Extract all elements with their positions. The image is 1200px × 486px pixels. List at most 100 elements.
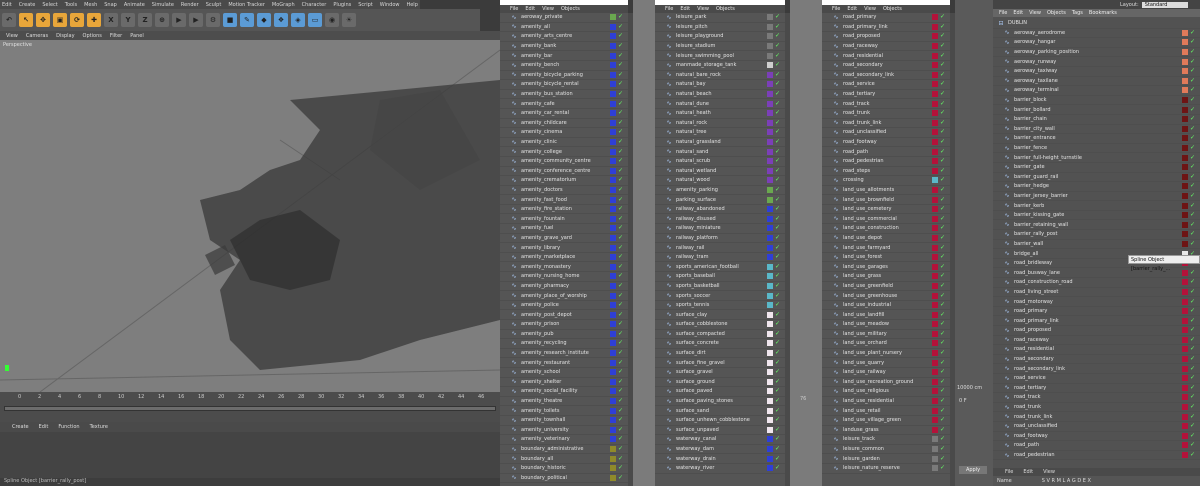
visibility-check-icon[interactable]: ✓ xyxy=(618,465,624,471)
visibility-check-icon[interactable]: ✓ xyxy=(1190,154,1196,161)
object-row[interactable]: ∿ leisure_nature_reserve ✓ xyxy=(822,464,950,474)
object-row[interactable]: ∿ aeroway_taxilane ✓ xyxy=(993,77,1200,87)
layer-color-swatch[interactable] xyxy=(610,311,616,318)
layer-color-swatch[interactable] xyxy=(610,465,616,472)
menu-item-tools[interactable]: Tools xyxy=(65,2,77,8)
object-row[interactable]: ∿ surface_paving_stones ✓ xyxy=(655,397,785,407)
layer-color-swatch[interactable] xyxy=(1182,336,1188,343)
layer-color-swatch[interactable] xyxy=(1182,404,1188,411)
layer-color-swatch[interactable] xyxy=(767,71,773,78)
frame-field[interactable]: 0 F xyxy=(959,398,967,404)
object-row[interactable]: ∿ boundary_all ✓ xyxy=(500,454,628,464)
object-row[interactable]: ∿ barrier_hedge ✓ xyxy=(993,182,1200,192)
layer-color-swatch[interactable] xyxy=(767,119,773,126)
layer-color-swatch[interactable] xyxy=(767,234,773,241)
y-axis-icon[interactable]: Y xyxy=(121,13,135,27)
object-row[interactable]: ∿ surface_gravel ✓ xyxy=(655,368,785,378)
layer-color-swatch[interactable] xyxy=(932,273,938,280)
visibility-check-icon[interactable]: ✓ xyxy=(775,129,781,135)
layer-color-swatch[interactable] xyxy=(767,244,773,251)
object-row[interactable]: ∿ land_use_retail ✓ xyxy=(822,406,950,416)
object-row[interactable]: ∿ waterway_dam ✓ xyxy=(655,445,785,455)
layer-color-swatch[interactable] xyxy=(610,407,616,414)
object-row[interactable]: ∿ road_service ✓ xyxy=(993,374,1200,384)
layer-color-swatch[interactable] xyxy=(610,426,616,433)
layer-color-swatch[interactable] xyxy=(1182,116,1188,123)
layer-color-swatch[interactable] xyxy=(932,177,938,184)
om-menu-item-view[interactable]: View xyxy=(864,6,876,12)
visibility-check-icon[interactable]: ✓ xyxy=(618,158,624,164)
object-row[interactable]: ∿ road_trunk_link ✓ xyxy=(822,119,950,129)
visibility-check-icon[interactable]: ✓ xyxy=(1190,135,1196,141)
visibility-check-icon[interactable]: ✓ xyxy=(940,14,946,20)
layer-color-swatch[interactable] xyxy=(1182,298,1188,305)
visibility-check-icon[interactable]: ✓ xyxy=(940,215,946,222)
visibility-check-icon[interactable]: ✓ xyxy=(775,110,781,116)
visibility-check-icon[interactable]: ✓ xyxy=(940,23,946,30)
object-row[interactable]: ∿ leisure_garden ✓ xyxy=(822,454,950,464)
visibility-check-icon[interactable]: ✓ xyxy=(940,263,946,270)
object-list[interactable]: ∿ aeroway_private ✓ ∿ amenity_all ✓ ∿ amenity_a… xyxy=(500,13,628,484)
object-row[interactable]: ∿ amenity_pub ✓ xyxy=(500,330,628,340)
layer-color-swatch[interactable] xyxy=(932,282,938,289)
object-row[interactable]: ∿ manmade_storage_tank ✓ xyxy=(655,61,785,71)
layer-color-swatch[interactable] xyxy=(767,139,773,146)
layer-color-swatch[interactable] xyxy=(767,398,773,405)
layer-color-swatch[interactable] xyxy=(1182,365,1188,372)
object-row[interactable]: ∿ boundary_political ✓ xyxy=(500,474,628,484)
visibility-check-icon[interactable]: ✓ xyxy=(940,234,946,241)
object-row[interactable]: ∿ amenity_bench ✓ xyxy=(500,61,628,71)
add-icon[interactable]: ✚ xyxy=(87,13,101,27)
rotate-icon[interactable]: ⟳ xyxy=(70,13,84,27)
menu-item-create[interactable]: Create xyxy=(19,2,36,8)
visibility-check-icon[interactable]: ✓ xyxy=(1190,116,1196,122)
layer-color-swatch[interactable] xyxy=(767,186,773,193)
object-row[interactable]: ∿ amenity_bank ✓ xyxy=(500,42,628,52)
layer-color-swatch[interactable] xyxy=(610,14,616,21)
object-list[interactable]: ∿ road_primary ✓ ∿ road_primary_link ✓ ∿ road_p… xyxy=(822,13,950,474)
layer-color-swatch[interactable] xyxy=(767,215,773,222)
object-row[interactable]: ∿ barrier_chain ✓ xyxy=(993,115,1200,125)
visibility-check-icon[interactable]: ✓ xyxy=(775,43,781,49)
object-row[interactable]: ∿ amenity_recycling ✓ xyxy=(500,339,628,349)
visibility-check-icon[interactable]: ✓ xyxy=(618,110,624,116)
object-row[interactable]: ∿ amenity_toilets ✓ xyxy=(500,406,628,416)
layer-color-swatch[interactable] xyxy=(932,158,938,165)
visibility-check-icon[interactable]: ✓ xyxy=(775,311,781,318)
object-row[interactable]: ∿ amenity_bicycle_parking ✓ xyxy=(500,71,628,81)
object-row[interactable]: ∿ amenity_parking ✓ xyxy=(655,186,785,196)
visibility-check-icon[interactable]: ✓ xyxy=(618,177,624,183)
visibility-check-icon[interactable]: ✓ xyxy=(940,465,946,471)
visibility-check-icon[interactable]: ✓ xyxy=(775,71,781,78)
object-row[interactable]: ∿ road_raceway ✓ xyxy=(993,336,1200,346)
object-row[interactable]: ∿ leisure_swimming_pool ✓ xyxy=(655,51,785,61)
visibility-check-icon[interactable]: ✓ xyxy=(940,340,946,346)
layer-color-swatch[interactable] xyxy=(767,455,773,462)
object-row[interactable]: ∿ amenity_crematorium ✓ xyxy=(500,176,628,186)
om-menu-item-objects[interactable]: Objects xyxy=(561,6,580,12)
layer-color-swatch[interactable] xyxy=(1182,77,1188,84)
object-row[interactable]: ∿ barrier_entrance ✓ xyxy=(993,134,1200,144)
layer-color-swatch[interactable] xyxy=(932,455,938,462)
object-row[interactable]: ∿ barrier_retaining_wall ✓ xyxy=(993,220,1200,231)
visibility-check-icon[interactable]: ✓ xyxy=(1190,202,1196,209)
visibility-check-icon[interactable]: ✓ xyxy=(1190,336,1196,343)
visibility-check-icon[interactable]: ✓ xyxy=(1190,212,1196,218)
object-row[interactable]: ∿ road_pedestrian ✓ xyxy=(993,451,1200,461)
object-row[interactable]: ∿ aeroway_parking_position ✓ xyxy=(993,48,1200,58)
visibility-check-icon[interactable]: ✓ xyxy=(618,14,624,20)
object-row[interactable]: ∿ surface_ground ✓ xyxy=(655,378,785,388)
layer-color-swatch[interactable] xyxy=(767,282,773,289)
object-row[interactable]: ∿ land_use_landfill ✓ xyxy=(822,310,950,320)
layer-color-swatch[interactable] xyxy=(1182,308,1188,315)
menu-item-animate[interactable]: Animate xyxy=(124,2,145,8)
visibility-check-icon[interactable]: ✓ xyxy=(618,398,624,404)
visibility-check-icon[interactable]: ✓ xyxy=(618,234,624,241)
object-row[interactable]: ∿ barrier_gate ✓ xyxy=(993,163,1200,173)
view-menu-item-view[interactable]: View xyxy=(6,33,18,39)
layout-value[interactable]: Standard xyxy=(1141,1,1188,8)
view-menu-item-cameras[interactable]: Cameras xyxy=(26,33,48,39)
layer-color-swatch[interactable] xyxy=(932,311,938,318)
layer-color-swatch[interactable] xyxy=(767,100,773,107)
object-row[interactable]: ∿ sports_tennis ✓ xyxy=(655,301,785,311)
